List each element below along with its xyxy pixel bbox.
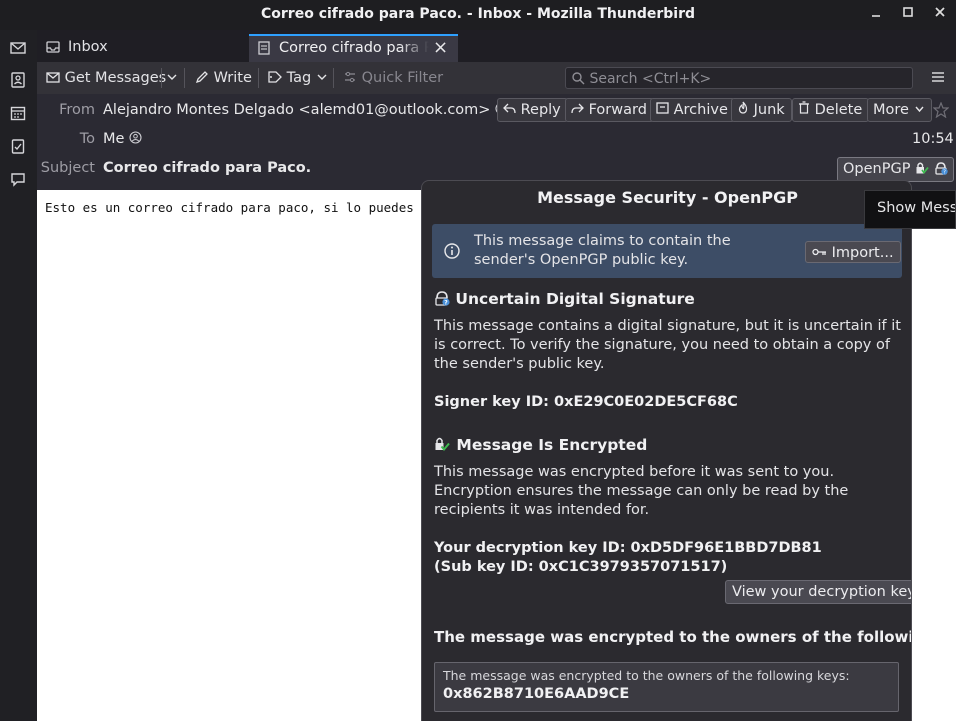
tab-inbox-label: Inbox: [68, 39, 108, 55]
forward-button[interactable]: Forward: [565, 98, 654, 122]
chevron-down-icon: [166, 70, 178, 86]
get-messages-button[interactable]: Get Messages: [46, 66, 166, 90]
window-title: Correo cifrado para Paco. - Inbox - Mozi…: [261, 6, 695, 22]
mail-icon[interactable]: [8, 40, 28, 60]
message-time: 10:54: [912, 131, 954, 147]
message-icon: [257, 41, 271, 59]
write-button[interactable]: Write: [195, 66, 252, 90]
maximize-icon[interactable]: [898, 5, 918, 25]
subject-label: Subject: [40, 160, 95, 176]
contact-icon: [129, 131, 142, 148]
get-messages-dropdown[interactable]: [166, 66, 178, 90]
recipient-key-id[interactable]: 0x862B8710E6AAD9CE: [443, 686, 629, 702]
chevron-down-icon: [316, 70, 328, 86]
info-icon: [444, 243, 460, 263]
signature-uncertain-icon: ?: [434, 290, 450, 310]
svg-text:?: ?: [943, 170, 946, 176]
pencil-icon: [195, 68, 209, 92]
openpgp-button[interactable]: OpenPGP ?: [837, 157, 954, 182]
notice-text: This message claims to contain the sende…: [474, 233, 731, 268]
star-icon[interactable]: [932, 101, 950, 122]
search-input[interactable]: Search <Ctrl+K>: [565, 67, 913, 89]
encryption-heading: Message Is Encrypted: [434, 436, 647, 456]
tab-inbox[interactable]: Inbox: [37, 34, 247, 62]
tag-label: Tag: [286, 70, 312, 86]
message-body-text: Esto es un correo cifrado para paco, si …: [45, 200, 437, 215]
recipients-heading: The message was encrypted to the owners …: [434, 628, 911, 646]
import-button[interactable]: Import...: [805, 241, 901, 263]
tasks-icon[interactable]: [8, 138, 28, 158]
quick-filter-label: Quick Filter: [361, 70, 444, 86]
recipients-box: The message was encrypted to the owners …: [434, 662, 899, 712]
panel-title: Message Security - OpenPGP: [537, 188, 798, 207]
tab-message-label: Correo cifrado para Paco.: [279, 40, 429, 56]
tab-message[interactable]: Correo cifrado para Paco. ×: [249, 34, 458, 62]
to-value[interactable]: Me: [103, 131, 142, 148]
tag-icon: [267, 68, 282, 92]
recipients-box-label: The message was encrypted to the owners …: [443, 668, 850, 683]
forward-icon: [571, 102, 584, 118]
write-label: Write: [213, 70, 252, 86]
svg-text:?: ?: [444, 299, 448, 306]
reply-icon: [503, 102, 516, 118]
download-icon: [46, 68, 60, 92]
junk-button[interactable]: Junk: [731, 98, 792, 122]
get-messages-label: Get Messages: [64, 70, 167, 86]
reply-button[interactable]: Reply: [497, 98, 568, 122]
encryption-text: This message was encrypted before it was…: [434, 464, 849, 518]
toolbar-divider: [184, 68, 185, 88]
chat-icon[interactable]: [8, 171, 28, 191]
to-label: To: [79, 131, 95, 147]
archive-button[interactable]: Archive: [650, 98, 735, 122]
quick-filter-button[interactable]: Quick Filter: [343, 66, 443, 90]
flame-icon: [737, 101, 749, 118]
spaces-toolbar: [0, 30, 37, 721]
calendar-icon[interactable]: [8, 105, 28, 125]
trash-icon: [798, 101, 810, 118]
minimize-icon[interactable]: [866, 5, 886, 25]
signer-key-id: Signer key ID: 0xE29C0E02DE5CF68C: [434, 394, 738, 410]
chevron-down-icon: [914, 102, 925, 118]
from-label: From: [59, 102, 95, 118]
close-icon[interactable]: [930, 5, 950, 25]
lock-encrypted-icon: [915, 160, 929, 182]
message-security-panel: Message Security - OpenPGP This message …: [421, 180, 912, 721]
address-book-icon[interactable]: [8, 72, 28, 92]
view-decryption-key-button[interactable]: View your decryption key: [725, 580, 911, 604]
public-key-notice: This message claims to contain the sende…: [432, 224, 902, 278]
toolbar-divider: [161, 68, 162, 88]
search-placeholder: Search <Ctrl+K>: [589, 71, 712, 87]
decryption-key-id: Your decryption key ID: 0xD5DF96E1BBD7DB…: [434, 540, 822, 575]
archive-icon: [656, 102, 669, 118]
signature-heading: ? Uncertain Digital Signature: [434, 290, 695, 310]
openpgp-tooltip: Show Message Security: [864, 190, 956, 229]
more-button[interactable]: More: [867, 98, 932, 122]
inbox-tray-icon: [46, 40, 60, 58]
subject-value: Correo cifrado para Paco.: [103, 160, 312, 176]
hamburger-menu-icon[interactable]: [931, 70, 945, 88]
toolbar-divider: [333, 68, 334, 88]
delete-button[interactable]: Delete: [792, 98, 870, 122]
tab-close-icon[interactable]: ×: [433, 37, 448, 58]
key-icon: [812, 242, 827, 262]
signature-uncertain-icon: ?: [934, 160, 948, 182]
search-icon: [571, 70, 585, 92]
signature-text: This message contains a digital signatur…: [434, 318, 901, 372]
tag-button[interactable]: Tag: [267, 66, 328, 90]
from-value[interactable]: Alejandro Montes Delgado <alemd01@outloo…: [103, 102, 508, 119]
lock-encrypted-icon: [434, 436, 451, 456]
filter-icon: [343, 68, 357, 92]
toolbar-divider: [258, 68, 259, 88]
